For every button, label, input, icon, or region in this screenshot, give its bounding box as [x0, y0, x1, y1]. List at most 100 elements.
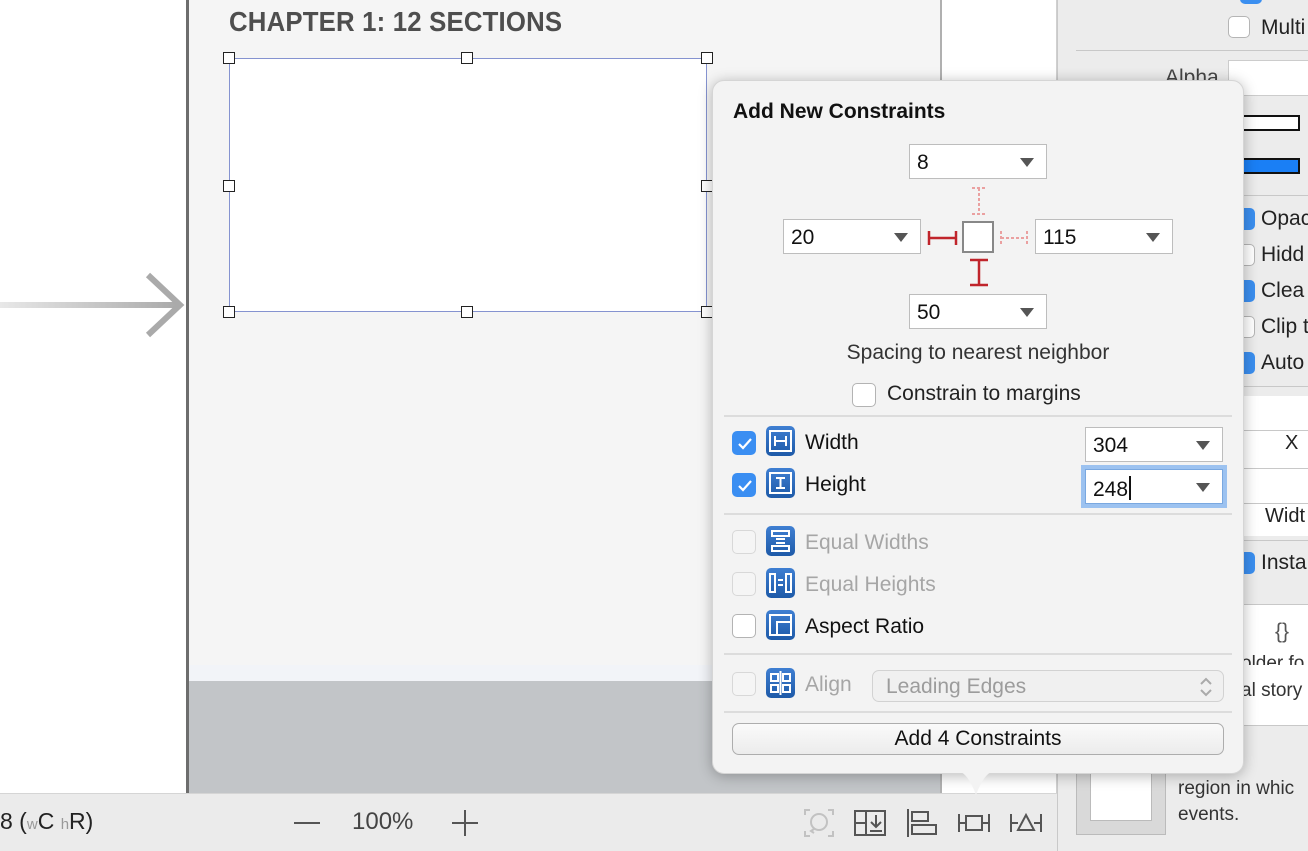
bottom-spacing-field[interactable]: 50 — [909, 294, 1047, 329]
align-icon — [766, 668, 795, 698]
constrain-to-margins-label: Constrain to margins — [887, 382, 1081, 405]
divider — [1244, 430, 1308, 431]
clip-to-bounds-label: Clip t — [1261, 315, 1308, 338]
popover-title: Add New Constraints — [733, 100, 946, 123]
add-constraints-button[interactable]: Add 4 Constraints — [732, 723, 1224, 755]
scene-separator — [189, 665, 729, 681]
zoom-level-label: 100% — [352, 808, 414, 835]
resize-handle-left[interactable] — [223, 180, 235, 192]
popover-arrow — [958, 771, 994, 795]
device-label-prefix: 8 ( — [0, 808, 27, 834]
equal-widths-label: Equal Widths — [805, 531, 929, 554]
width-column-label: Widt — [1265, 505, 1305, 527]
equal-heights-icon — [766, 568, 795, 598]
divider — [724, 711, 1232, 713]
pin-icon[interactable] — [956, 806, 992, 840]
multi-checkbox[interactable] — [1228, 16, 1250, 38]
divider — [1244, 468, 1308, 469]
zoom-in-icon[interactable] — [450, 808, 480, 838]
top-pin-icon[interactable] — [972, 187, 986, 215]
entry-point-arrow-icon[interactable] — [0, 268, 190, 343]
width-label: Width — [805, 431, 859, 454]
resize-handle-bottom-left[interactable] — [223, 306, 235, 318]
height-value: 248 — [1093, 478, 1129, 501]
top-spacing-field[interactable]: 8 — [909, 144, 1047, 179]
dropdown-arrow-icon[interactable] — [1020, 158, 1034, 167]
installed-label: Insta — [1261, 551, 1307, 574]
divider — [1244, 503, 1308, 504]
dropdown-arrow-icon[interactable] — [1196, 483, 1210, 492]
multi-label: Multi — [1261, 16, 1306, 39]
top-spacing-value: 8 — [917, 151, 929, 174]
divider — [724, 415, 1232, 417]
width-value: 304 — [1093, 434, 1129, 457]
trailing-spacing-value: 115 — [1043, 226, 1077, 249]
size-class-r: R) — [69, 808, 94, 834]
device-size-class-button[interactable]: 8 (wC hR) — [0, 808, 93, 835]
width-checkbox[interactable] — [732, 431, 756, 455]
height-label: Height — [805, 473, 866, 496]
canvas-bottom-bar — [0, 793, 1057, 851]
zoom-out-icon[interactable] — [292, 808, 322, 838]
align-checkbox[interactable] — [732, 672, 756, 696]
resize-handle-top-left[interactable] — [223, 52, 235, 64]
stepper-updown-icon — [1200, 677, 1212, 697]
divider — [724, 653, 1232, 655]
resize-handle-top-right[interactable] — [701, 52, 713, 64]
text-caret — [1129, 476, 1132, 500]
width-constraint-icon — [766, 426, 795, 456]
divider — [724, 513, 1232, 515]
clears-graphics-label: Clea — [1261, 279, 1305, 302]
size-class-w: w — [26, 816, 38, 833]
align-icon[interactable] — [904, 806, 940, 840]
dropdown-arrow-icon[interactable] — [1196, 441, 1210, 450]
selected-view[interactable] — [229, 58, 707, 312]
equal-widths-checkbox[interactable] — [732, 530, 756, 554]
divider — [1244, 540, 1308, 541]
align-type-value: Leading Edges — [886, 675, 1027, 698]
constrain-to-margins-checkbox[interactable] — [852, 383, 876, 407]
trailing-spacing-field[interactable]: 115 — [1035, 219, 1173, 254]
code-braces-icon[interactable]: {} — [1275, 620, 1289, 644]
leading-spacing-value: 20 — [791, 226, 815, 249]
align-type-select[interactable]: Leading Edges — [872, 670, 1224, 702]
equal-heights-checkbox[interactable] — [732, 572, 756, 596]
library-description-line2: region in whic — [1178, 778, 1295, 799]
opaque-label: Opac — [1261, 207, 1308, 230]
inspector-checkbox-top[interactable] — [1240, 0, 1262, 4]
dropdown-arrow-icon[interactable] — [894, 233, 908, 242]
height-checkbox[interactable] — [732, 473, 756, 497]
width-value-field[interactable]: 304 — [1085, 427, 1223, 462]
divider — [1076, 50, 1308, 51]
aspect-ratio-checkbox[interactable] — [732, 614, 756, 638]
library-description-line3: events. — [1178, 804, 1240, 825]
aspect-ratio-icon — [766, 610, 795, 640]
dropdown-arrow-icon[interactable] — [1146, 233, 1160, 242]
resize-handle-top[interactable] — [461, 52, 473, 64]
leading-spacing-field[interactable]: 20 — [783, 219, 921, 254]
trailing-pin-icon[interactable] — [1000, 231, 1028, 245]
update-frames-icon[interactable] — [801, 806, 837, 840]
resize-handle-bottom[interactable] — [461, 306, 473, 318]
align-label: Align — [805, 673, 852, 696]
height-value-field[interactable]: 248 — [1085, 469, 1223, 504]
divider — [1244, 386, 1308, 387]
storyboard-background — [0, 0, 187, 793]
object-description-line2: al story — [1241, 680, 1303, 701]
aspect-ratio-label: Aspect Ratio — [805, 615, 925, 638]
equal-widths-icon — [766, 526, 795, 556]
spacing-label: Spacing to nearest neighbor — [846, 341, 1110, 364]
embed-in-stack-icon[interactable] — [852, 806, 888, 840]
size-class-h: h — [60, 816, 70, 833]
x-column-label: X — [1285, 432, 1299, 454]
hidden-label: Hidd — [1261, 243, 1305, 266]
bottom-spacing-value: 50 — [917, 301, 941, 324]
pinned-view-box — [962, 221, 994, 253]
leading-pin-icon[interactable] — [927, 231, 958, 245]
object-description-line1: older fo — [1241, 653, 1305, 665]
divider — [1244, 195, 1308, 196]
dropdown-arrow-icon[interactable] — [1020, 308, 1034, 317]
resolve-auto-layout-issues-icon[interactable] — [1008, 806, 1044, 840]
scene-title-label[interactable]: CHAPTER 1: 12 SECTIONS — [229, 6, 562, 38]
bottom-pin-icon[interactable] — [970, 258, 988, 287]
